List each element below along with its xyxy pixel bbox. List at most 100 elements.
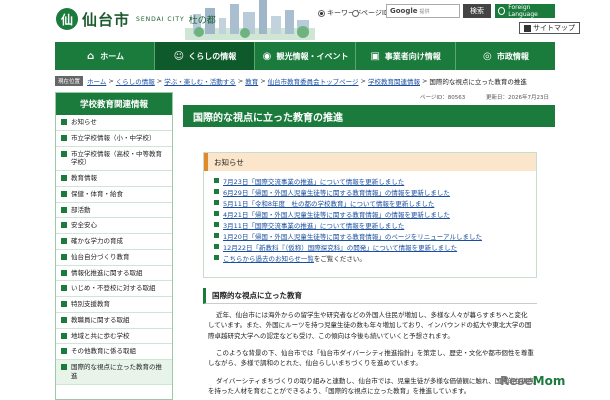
sidebar-item-high-school[interactable]: 市立学校情報（高校・中等教育学校）	[56, 147, 172, 172]
breadcrumb-board[interactable]: 仙台市教育委員会トップページ	[268, 76, 359, 86]
breadcrumb-education[interactable]: 教育	[245, 76, 258, 86]
breadcrumb-learn[interactable]: 学ぶ・楽しむ・活動する	[164, 76, 236, 86]
breadcrumb-home[interactable]: ホーム	[87, 76, 106, 86]
arrow-bullet-icon	[214, 200, 219, 205]
sitemap-button[interactable]: サイトマップ	[519, 22, 580, 34]
notice-link[interactable]: 3月11日「国際交流事業の推進」について情報を更新しました	[223, 220, 404, 230]
list-item: こちらから過去のお知らせ一覧 をご覧ください。	[214, 252, 528, 263]
arrow-bullet-icon	[214, 178, 219, 183]
gnav-business-label: 事業者向け情報	[384, 51, 441, 61]
gnav-city-label: 市政情報	[496, 51, 529, 61]
list-item: 1月20日「帰国・外国人児童生徒等に関する教育情報」のページをリニューアルしまし…	[214, 230, 528, 241]
sidebar-item-community[interactable]: 地域と共に歩む学校	[56, 329, 172, 345]
sidebar-item-health[interactable]: 保健・体育・給食	[56, 187, 172, 203]
sidebar-item-label: 仙台自分づくり教育	[71, 252, 130, 261]
sidebar-item-other[interactable]: その他教育に係る取組	[56, 344, 172, 361]
updated-date: 更新日：2026年7月23日	[486, 95, 549, 101]
sidebar-item-ict[interactable]: 情報化推進に関する取組	[56, 266, 172, 282]
arrow-bullet-icon	[214, 255, 219, 260]
chevron-right-icon: >	[237, 77, 244, 85]
arrow-bullet-icon	[61, 238, 67, 245]
search-button[interactable]: 検索	[463, 4, 491, 18]
body-paragraph: ダイバーシティまちづくりの取り組みと連動し、仙台市では、児童生徒が多様な価値観に…	[208, 377, 534, 396]
sidebar-item-bullying[interactable]: いじめ・不登校に対する取組	[56, 281, 172, 298]
arrow-bullet-icon	[61, 134, 67, 141]
sidebar-item-self-building[interactable]: 仙台自分づくり教育	[56, 250, 172, 266]
notice-link[interactable]: 5月11日「令和8年度 杜の都の学校教育」について情報を更新しました	[223, 198, 434, 208]
gnav-living[interactable]: ☺ くらしの情報	[155, 42, 256, 70]
notice-link[interactable]: 7月23日「国際交流事業の推進」について情報を更新しました	[223, 176, 404, 186]
sidebar-item-staff[interactable]: 教職員に関する取組	[56, 313, 172, 329]
watermark-text-m: Mom	[532, 374, 566, 388]
breadcrumb-school-info[interactable]: 学校教育関連情報	[368, 76, 420, 86]
chevron-right-icon: >	[421, 77, 428, 85]
family-icon: ☺	[173, 50, 185, 62]
arrow-bullet-icon	[61, 222, 67, 229]
notice-link[interactable]: 4月21日「帰国・外国人児童生徒等に関する教育情報」の情報を更新しました	[223, 209, 450, 219]
arrow-bullet-icon	[61, 332, 67, 339]
search-mode-pageid[interactable]: ページID	[352, 8, 389, 18]
sidebar-item-label: その他教育に係る取組	[71, 347, 136, 356]
gnav-living-label: くらしの情報	[188, 51, 237, 61]
page-title: 国際的な視点に立った教育の推進	[183, 105, 555, 127]
breadcrumb-living[interactable]: くらしの情報	[116, 76, 155, 86]
list-item: 4月21日「帰国・外国人児童生徒等に関する教育情報」の情報を更新しました	[214, 208, 528, 219]
site-logo[interactable]: 仙 仙台市 SENDAI CITY 杜の都	[56, 6, 216, 32]
sidebar-title: 学校教育関連情報	[56, 93, 172, 115]
arrow-bullet-icon	[61, 206, 67, 213]
site-header: 仙 仙台市 SENDAI CITY 杜の都 キーワード ページID Google…	[0, 0, 610, 40]
foreign-language-label: Foreign Language	[508, 4, 538, 18]
watermark-text-r: Rese	[500, 374, 533, 388]
past-notices-link[interactable]: こちらから過去のお知らせ一覧	[223, 253, 314, 263]
sendai-emblem-icon: 仙	[56, 8, 78, 30]
notice-list: 7月23日「国際交流事業の推進」について情報を更新しました 6月29日「帰国・外…	[204, 171, 536, 263]
gnav-tourism[interactable]: ◉ 観光情報・イベント	[255, 42, 356, 70]
arrow-bullet-icon	[214, 222, 219, 227]
logo-city-roman: SENDAI CITY	[136, 15, 185, 23]
notice-link[interactable]: 1月20日「帰国・外国人児童生徒等に関する教育情報」のページをリニューアルしまし…	[223, 231, 482, 241]
notice-link[interactable]: 12月22日「新教科『（仮称）国際探究科』の開発」について情報を更新しました	[223, 242, 457, 252]
body-paragraph: 近年、仙台市には海外からの留学生や研究者などの外国人住民が増加し、多様な人々が暮…	[208, 311, 532, 340]
sidebar-item-label: 市立学校情報（高校・中等教育学校）	[71, 149, 162, 167]
sitemap-icon	[524, 24, 531, 32]
past-notices-tail: をご覧ください。	[313, 254, 366, 263]
section-heading: 国際的な視点に立った教育	[203, 288, 537, 304]
home-icon: ⌂	[87, 50, 95, 62]
sidebar-item-label: 保健・体育・給食	[71, 189, 123, 198]
list-item: 6月29日「帰国・外国人児童生徒等に関する教育情報」の情報を更新しました	[214, 186, 528, 197]
sidebar-item-safety[interactable]: 安全安心	[56, 218, 172, 235]
arrow-bullet-icon	[61, 190, 67, 197]
gnav-city[interactable]: ◎ 市政情報	[456, 42, 555, 70]
search-input[interactable]: Google 提供	[386, 4, 460, 18]
global-nav: ⌂ ホーム ☺ くらしの情報 ◉ 観光情報・イベント ▣ 事業者向け情報 ◎ 市…	[55, 42, 555, 70]
sidebar-item-club[interactable]: 部活動	[56, 203, 172, 219]
sidebar-item-label: 教育情報	[71, 174, 97, 183]
arrow-bullet-icon	[61, 301, 67, 308]
arrow-bullet-icon	[214, 244, 219, 249]
list-item: 3月11日「国際交流事業の推進」について情報を更新しました	[214, 219, 528, 230]
chevron-right-icon: >	[108, 77, 114, 85]
sitemap-label: サイトマップ	[533, 24, 575, 32]
sidebar-item-edu-info[interactable]: 教育情報	[56, 171, 172, 187]
sidebar-item-elem-junior[interactable]: 市立学校情報（小・中学校）	[56, 131, 172, 147]
sidebar-item-label: 市立学校情報（小・中学校）	[71, 133, 156, 142]
gnav-home[interactable]: ⌂ ホーム	[55, 42, 156, 70]
sidebar-item-academic[interactable]: 確かな学力の育成	[56, 234, 172, 250]
foreign-language-button[interactable]: Foreign Language	[495, 4, 555, 18]
sidebar-item-label: 部活動	[71, 205, 91, 214]
gnav-business[interactable]: ▣ 事業者向け情報	[356, 42, 456, 70]
gnav-home-label: ホーム	[100, 51, 124, 61]
globe-icon	[498, 7, 506, 15]
sidebar-item-international[interactable]: 国際的な視点に立った教育の推進	[56, 360, 172, 385]
sidebar-item-label: 確かな学力の育成	[71, 237, 123, 246]
radio-off-icon	[352, 9, 359, 17]
sidebar-item-notice[interactable]: お知らせ	[56, 115, 172, 131]
sidebar-item-special-needs[interactable]: 特別支援教育	[56, 297, 172, 313]
notice-link[interactable]: 6月29日「帰国・外国人児童生徒等に関する教育情報」の情報を更新しました	[223, 187, 450, 197]
arrow-bullet-icon	[214, 189, 219, 194]
chevron-right-icon: >	[156, 77, 163, 85]
city-icon: ◎	[483, 50, 492, 62]
notice-box: お知らせ 7月23日「国際交流事業の推進」について情報を更新しました 6月29日…	[203, 152, 537, 278]
arrow-bullet-icon	[61, 285, 67, 292]
camera-icon: ◉	[262, 50, 272, 62]
